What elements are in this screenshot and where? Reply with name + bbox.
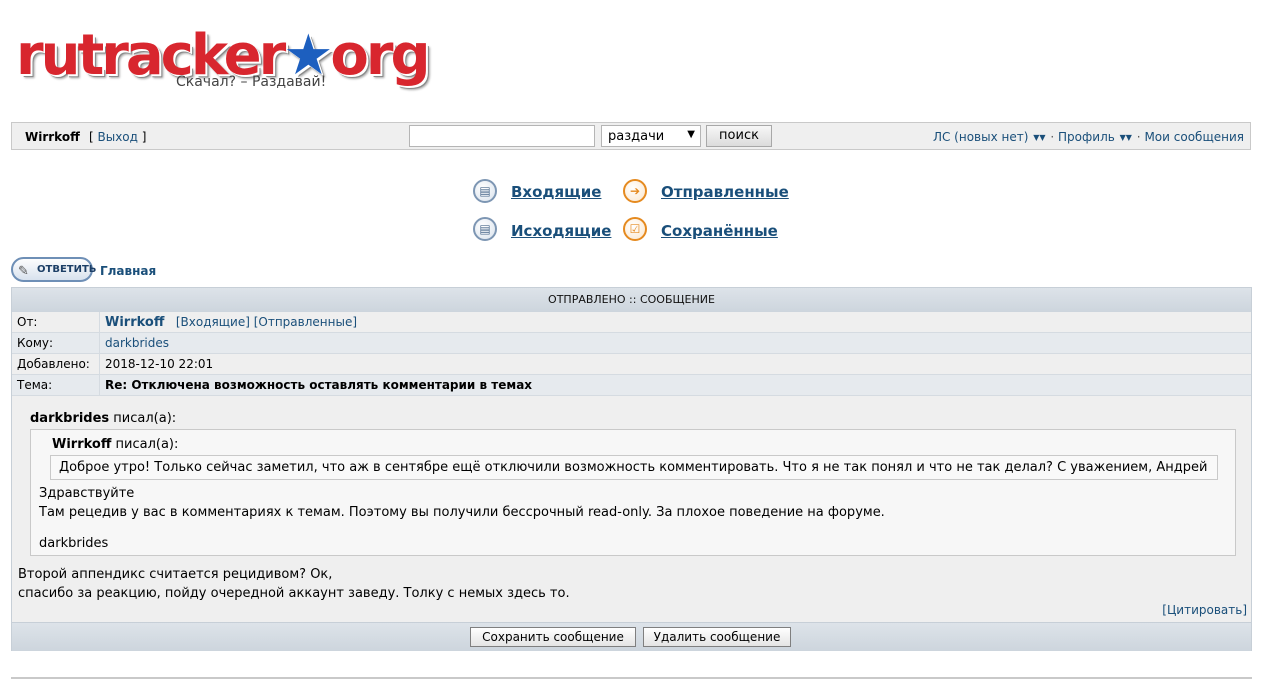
folder-saved: Сохранённые: [661, 222, 778, 240]
top-bar: Wirrkoff [ Выход ] раздачи ▼ поиск ЛС (но…: [11, 122, 1251, 150]
user-links: ЛС (новых нет) ▼▼ · Профиль ▼▼ · Мои соо…: [933, 130, 1244, 144]
nested-quote-author-name: Wirrkoff: [52, 437, 112, 452]
saved-check-icon[interactable]: ☑: [623, 217, 647, 241]
to-label: Кому:: [12, 333, 100, 353]
chevron-down-icon[interactable]: ▼▼: [1033, 133, 1045, 142]
quote-author: darkbrides писал(а):: [30, 411, 176, 426]
message-body: darkbrides писал(а): Wirrkoff писал(а): …: [12, 396, 1251, 622]
folder-saved-link[interactable]: Сохранённые: [661, 222, 778, 240]
from-user-link[interactable]: Wirrkoff: [105, 315, 164, 330]
chevron-down-icon[interactable]: ▼▼: [1120, 133, 1132, 142]
separator: ·: [1050, 130, 1055, 144]
logo-word-org: org: [330, 23, 430, 88]
body-line: спасибо за реакцию, пойду очередной акка…: [18, 586, 570, 601]
date-row: Добавлено: 2018-12-10 22:01: [12, 354, 1251, 375]
logo-slogan: Скачал? – Раздавай!: [176, 74, 327, 90]
breadcrumb-home[interactable]: Главная: [100, 264, 156, 278]
quote-signature: darkbrides: [39, 536, 109, 551]
current-username: Wirrkoff: [25, 130, 80, 144]
message-panel: ОТПРАВЛЕНО :: СООБЩЕНИЕ От: Wirrkoff [Вх…: [11, 287, 1252, 651]
nested-quote-wrote: писал(а):: [111, 437, 179, 452]
logout-bracket-open: [: [89, 130, 98, 144]
logout-group: [ Выход ]: [89, 130, 146, 144]
reply-label: ОТВЕТИТЬ: [37, 264, 97, 275]
dropdown-arrow-icon: ▼: [687, 129, 695, 140]
quote-block: Wirrkoff писал(а): Доброе утро! Только с…: [30, 429, 1236, 556]
quote-line: Здравствуйте: [39, 486, 135, 501]
my-posts-link[interactable]: Мои сообщения: [1144, 130, 1244, 144]
search-scope-value: раздачи: [608, 129, 665, 144]
subject-row: Тема: Re: Отключена возможность оставлят…: [12, 375, 1251, 396]
quote-wrote: писал(а):: [109, 411, 177, 426]
subject-label: Тема:: [12, 375, 100, 395]
message-header: ОТПРАВЛЕНО :: СООБЩЕНИЕ: [12, 288, 1251, 313]
quote-author-name: darkbrides: [30, 411, 110, 426]
search-scope-select[interactable]: раздачи ▼: [601, 125, 701, 147]
from-sent-link[interactable]: [Отправленные]: [254, 315, 357, 329]
folder-sent: Отправленные: [661, 183, 789, 201]
logout-bracket-close: ]: [137, 130, 147, 144]
folder-outbox-link[interactable]: Исходящие: [511, 222, 611, 240]
folder-inbox: Входящие: [511, 183, 601, 201]
message-actions: Сохранить сообщение Удалить сообщение: [12, 622, 1251, 651]
quote-line: Там рецедив у вас в комментариях к темам…: [39, 505, 885, 520]
from-label: От:: [12, 312, 100, 332]
site-logo[interactable]: rutracker★org Скачал? – Раздавай!: [16, 24, 431, 98]
date-label: Добавлено:: [12, 354, 100, 374]
date-value: 2018-12-10 22:01: [105, 357, 214, 371]
profile-link[interactable]: Профиль: [1058, 130, 1115, 144]
search-button[interactable]: поиск: [706, 125, 772, 147]
folder-inbox-link[interactable]: Входящие: [511, 183, 601, 201]
nested-quote-author: Wirrkoff писал(а):: [52, 437, 178, 452]
from-value: Wirrkoff [Входящие] [Отправленные]: [105, 312, 357, 333]
nested-quote-block: Доброе утро! Только сейчас заметил, что …: [50, 455, 1218, 480]
to-user-link[interactable]: darkbrides: [105, 336, 169, 350]
reply-icon: ✎: [18, 264, 29, 279]
from-inbox-link[interactable]: [Входящие]: [176, 315, 250, 329]
folder-sent-link[interactable]: Отправленные: [661, 183, 789, 201]
reply-button[interactable]: ✎ ОТВЕТИТЬ: [11, 257, 97, 282]
divider: [11, 677, 1252, 679]
separator: ·: [1136, 130, 1141, 144]
inbox-folder-icon[interactable]: ▤: [473, 179, 497, 203]
outbox-folder-icon[interactable]: ▤: [473, 217, 497, 241]
subject-value: Re: Отключена возможность оставлять комм…: [105, 378, 533, 392]
to-row: Кому: darkbrides: [12, 333, 1251, 354]
to-value: darkbrides: [105, 333, 169, 353]
body-line: Второй аппендикс считается рецидивом? Ок…: [18, 567, 333, 582]
folder-outbox: Исходящие: [511, 222, 611, 240]
pm-link[interactable]: ЛС (новых нет): [933, 130, 1028, 144]
delete-message-button[interactable]: Удалить сообщение: [643, 627, 791, 647]
sent-arrow-icon[interactable]: ➔: [623, 179, 647, 203]
from-row: От: Wirrkoff [Входящие] [Отправленные]: [12, 312, 1251, 333]
search-input[interactable]: [409, 125, 595, 147]
logout-link[interactable]: Выход: [98, 130, 138, 144]
save-message-button[interactable]: Сохранить сообщение: [470, 627, 636, 647]
quote-link[interactable]: [Цитировать]: [1162, 603, 1247, 617]
